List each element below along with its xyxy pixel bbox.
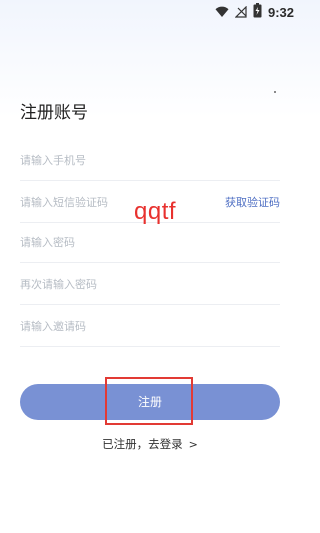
no-signal-icon (234, 3, 247, 22)
page-title: 注册账号 (20, 103, 88, 123)
status-time: 9:32 (267, 5, 294, 20)
go-login-label: 已注册，去登录 (102, 437, 183, 451)
invite-code-placeholder: 请输入邀请码 (20, 320, 86, 333)
confirm-password-input[interactable]: 再次请输入密码 (20, 264, 280, 305)
decorative-dot (274, 91, 276, 93)
get-code-button[interactable]: 获取验证码 (225, 194, 280, 210)
chevron-right-icon: > (188, 438, 198, 451)
status-bar: 9:32 (0, 0, 300, 22)
wifi-icon (215, 3, 229, 22)
sms-code-placeholder: 请输入短信验证码 (20, 196, 108, 209)
status-icons: 9:32 (215, 3, 294, 22)
watermark-text: qqtf (134, 198, 177, 225)
confirm-password-placeholder: 再次请输入密码 (20, 278, 97, 291)
highlight-annotation-box (105, 377, 193, 425)
phone-input[interactable]: 请输入手机号 (20, 140, 280, 181)
password-input[interactable]: 请输入密码 (20, 222, 280, 263)
password-placeholder: 请输入密码 (20, 236, 75, 249)
battery-icon (253, 3, 262, 22)
phone-placeholder: 请输入手机号 (20, 154, 86, 167)
invite-code-input[interactable]: 请输入邀请码 (20, 306, 280, 347)
go-login-link[interactable]: 已注册，去登录 > (0, 436, 300, 452)
